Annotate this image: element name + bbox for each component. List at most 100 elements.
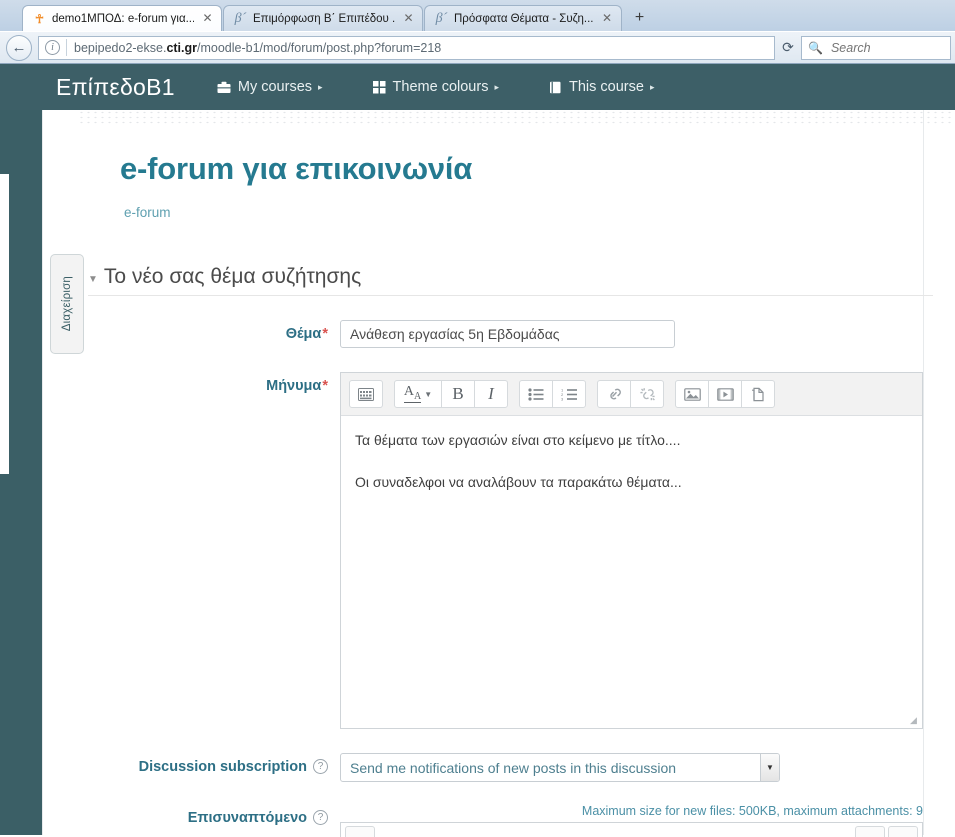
browser-tab-1[interactable]: ☥ demo1ΜΠΟΔ: e-forum για... ✕: [22, 5, 222, 31]
moodle-icon: ☥: [35, 11, 44, 26]
numbered-list-icon[interactable]: 123: [552, 380, 586, 408]
message-paragraph-2: Οι συναδελφοι να αναλάβουν τα παρακάτω θ…: [355, 474, 682, 491]
back-arrow-icon: ←: [11, 39, 27, 56]
close-icon[interactable]: ✕: [201, 12, 214, 25]
browser-search-bar[interactable]: 🔍: [801, 35, 951, 60]
close-icon[interactable]: ✕: [402, 12, 415, 25]
subject-label: Θέμα*: [78, 320, 340, 342]
form-row-message: Μήνυμα* AA ▼ B I 1 2 3 Τα θέματα των εργ…: [78, 372, 923, 729]
media-icon[interactable]: [708, 380, 742, 408]
search-input[interactable]: [828, 39, 944, 56]
browser-tab-1-title: demo1ΜΠΟΔ: e-forum για...: [52, 12, 194, 25]
italic-icon[interactable]: I: [474, 380, 508, 408]
rail-highlight: [0, 174, 9, 474]
grid-icon: [372, 80, 386, 94]
decorative-dot-strip: [78, 110, 955, 124]
new-tab-button[interactable]: +: [627, 6, 653, 30]
expand-toolbar-icon[interactable]: [349, 380, 383, 408]
chevron-right-icon: ▸: [318, 81, 323, 92]
toolbar-group-lists: 123: [519, 380, 586, 408]
browser-tab-2-title: Επιμόρφωση Β΄ Επιπέδου ...: [253, 12, 395, 25]
message-editor-body[interactable]: Τα θέματα των εργασιών είναι στο κείμενο…: [341, 416, 922, 728]
subject-field-wrap: [340, 320, 923, 348]
text-style-icon[interactable]: AA ▼: [394, 380, 442, 408]
content-left-edge: [42, 110, 43, 835]
left-rail: [0, 64, 42, 835]
nav-item-my-courses-label: My courses: [237, 79, 313, 95]
bullet-list-icon[interactable]: [519, 380, 553, 408]
subscription-label: Discussion subscription?: [78, 753, 340, 775]
help-icon[interactable]: ?: [313, 758, 328, 774]
attachment-field-wrap: Maximum size for new files: 500KB, maxim…: [340, 804, 923, 837]
resize-handle-icon[interactable]: ◢: [910, 716, 920, 726]
manage-files-icon[interactable]: [741, 380, 775, 408]
file-manager-toolbar: [340, 822, 923, 837]
toolbar-group-format: AA ▼ B I: [394, 380, 508, 408]
subject-label-text: Θέμα: [285, 326, 322, 342]
rich-text-editor: AA ▼ B I 1 2 3 Τα θέματα των εργασιών εί…: [340, 372, 923, 729]
toolbar-group-media: [675, 380, 775, 408]
add-file-button[interactable]: [345, 826, 375, 837]
tab-strip: ☥ demo1ΜΠΟΔ: e-forum για... ✕ β´ Επιμόρφ…: [0, 0, 955, 31]
editor-toolbar: AA ▼ B I 1 2 3: [341, 373, 922, 416]
bold-icon[interactable]: B: [441, 380, 475, 408]
message-field-wrap: AA ▼ B I 1 2 3 Τα θέματα των εργασιών εί…: [340, 372, 923, 729]
required-marker: *: [322, 326, 328, 342]
subject-input[interactable]: [340, 320, 675, 348]
form-row-subject: Θέμα*: [78, 320, 923, 348]
nav-item-theme-colours[interactable]: Theme colours ▸: [372, 79, 499, 95]
nav-item-this-course[interactable]: This course ▸: [549, 79, 654, 95]
toolbar-group-links: [597, 380, 664, 408]
browser-tab-3-title: Πρόσφατα Θέματα - Συζη...: [454, 12, 594, 25]
section-title: Το νέο σας θέμα συζήτησης: [103, 265, 362, 288]
message-label-text: Μήνυμα: [266, 378, 322, 394]
attachment-label-text: Επισυναπτόμενο: [187, 810, 307, 826]
chevron-right-icon: ▸: [649, 81, 655, 92]
beta-icon: β´: [435, 10, 448, 26]
briefcase-icon: [217, 81, 231, 94]
file-view-buttons: [855, 826, 918, 837]
site-brand[interactable]: ΕπίπεδοB1: [56, 74, 175, 101]
url-bar[interactable]: i bepipedo2-ekse.cti.gr/moodle-b1/mod/fo…: [38, 35, 775, 60]
svg-text:3: 3: [561, 396, 564, 400]
breadcrumb[interactable]: e-forum: [124, 205, 923, 220]
content-right-edge: [923, 110, 924, 835]
reload-icon[interactable]: ⟳: [775, 36, 801, 60]
list-view-button[interactable]: [855, 826, 885, 837]
attachment-label: Επισυναπτόμενο?: [78, 804, 340, 826]
browser-chrome: ☥ demo1ΜΠΟΔ: e-forum για... ✕ β´ Επιμόρφ…: [0, 0, 955, 64]
url-domain: cti.gr: [166, 40, 197, 55]
page-body: e-forum για επικοινωνία e-forum ▼ Το νέο…: [78, 124, 933, 837]
subscription-label-text: Discussion subscription: [138, 759, 307, 775]
administration-drawer-label: Διαχείριση: [61, 276, 73, 332]
unlink-icon[interactable]: [630, 380, 664, 408]
required-marker: *: [322, 378, 328, 394]
browser-tab-2[interactable]: β´ Επιμόρφωση Β΄ Επιπέδου ... ✕: [223, 5, 423, 31]
form-row-attachment: Επισυναπτόμενο? Maximum size for new fil…: [78, 804, 923, 837]
url-divider: [66, 39, 67, 56]
url-suffix: /moodle-b1/mod/forum/post.php?forum=218: [197, 40, 442, 55]
book-icon: [549, 81, 562, 94]
subscription-field-wrap: Send me notifications of new posts in th…: [340, 753, 923, 782]
nav-item-my-courses[interactable]: My courses ▸: [217, 79, 323, 95]
administration-drawer-tab[interactable]: Διαχείριση: [50, 254, 84, 354]
content-area: e-forum για επικοινωνία e-forum ▼ Το νέο…: [42, 110, 955, 837]
chevron-down-icon[interactable]: ▼: [88, 274, 98, 285]
link-icon[interactable]: [597, 380, 631, 408]
form-row-subscription: Discussion subscription? Send me notific…: [78, 753, 923, 782]
section-header[interactable]: ▼ Το νέο σας θέμα συζήτησης: [88, 265, 933, 296]
search-icon: 🔍: [808, 40, 823, 55]
message-paragraph-1: Τα θέματα των εργασιών είναι στο κείμενο…: [355, 432, 681, 448]
help-icon[interactable]: ?: [313, 809, 328, 825]
subscription-select[interactable]: Send me notifications of new posts in th…: [340, 753, 780, 782]
moodle-navbar: ΕπίπεδοB1 My courses ▸ Theme colours ▸ T…: [0, 64, 955, 110]
icon-view-button[interactable]: [888, 826, 918, 837]
message-label: Μήνυμα*: [78, 372, 340, 394]
chevron-down-icon[interactable]: ▼: [760, 754, 779, 781]
close-icon[interactable]: ✕: [601, 12, 614, 25]
site-info-icon[interactable]: i: [45, 40, 60, 55]
browser-tab-3[interactable]: β´ Πρόσφατα Θέματα - Συζη... ✕: [424, 5, 622, 31]
back-button[interactable]: ←: [6, 34, 32, 61]
page-title: e-forum για επικοινωνία: [120, 151, 473, 186]
image-icon[interactable]: [675, 380, 709, 408]
